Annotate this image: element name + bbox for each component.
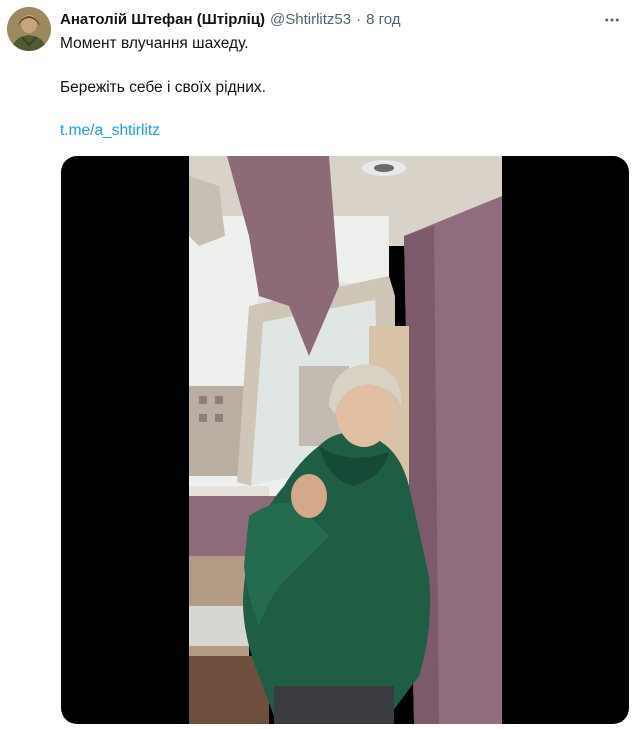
video-frame [189,156,502,724]
separator-dot: · [356,11,362,28]
timestamp[interactable]: 8 год [366,10,400,30]
more-options-button[interactable] [600,8,624,32]
tweet-text-line: Бережіть себе і своїх рідних. [60,79,266,96]
video-player[interactable] [61,156,629,724]
tweet-text-line: Момент влучання шахеду. [60,35,249,52]
video-thumbnail [189,156,502,724]
user-handle[interactable]: @Shtirlitz53 [270,10,351,30]
tweet[interactable]: Анатолій Штефан (Штірліц) @Shtirlitz53 ·… [0,0,632,729]
more-dots-icon [605,18,619,22]
avatar-icon [7,7,51,51]
display-name[interactable]: Анатолій Штефан (Штірліц) [60,10,265,30]
tweet-link[interactable]: t.me/a_shtirlitz [60,121,160,141]
tweet-header: Анатолій Штефан (Штірліц) @Shtirlitz53 ·… [60,9,592,31]
avatar[interactable] [7,7,51,51]
